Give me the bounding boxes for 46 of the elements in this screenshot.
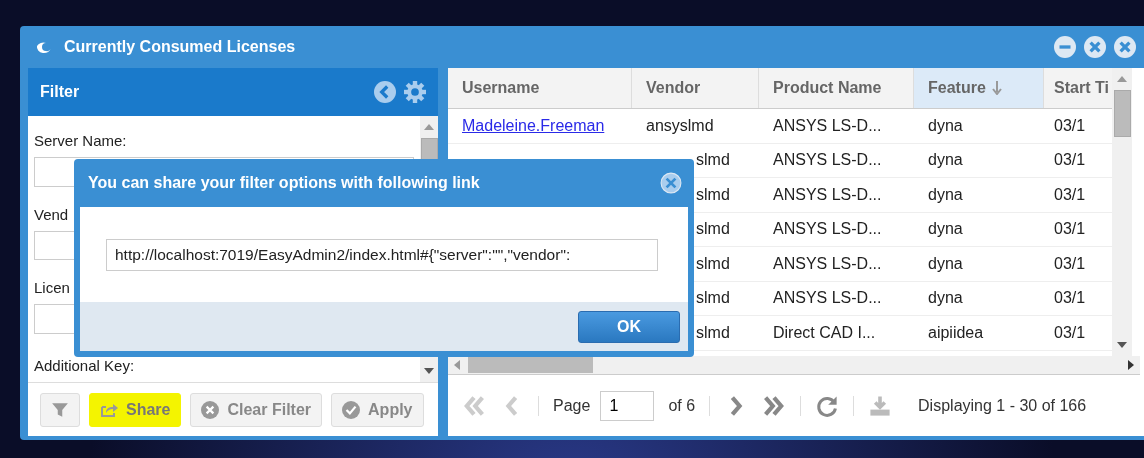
table-cell: 03/1 — [1054, 185, 1086, 204]
table-cell: dyna — [928, 116, 963, 135]
username-link[interactable]: Madeleine.Freeman — [462, 116, 605, 135]
table-row[interactable]: Madeleine.Freeman ansyslmd ANSYS LS-D... dyna 03/1 — [448, 109, 1112, 144]
link-field[interactable]: http://localhost:7019/EasyAdmin2/index.html#{"server":"","vendor": — [106, 238, 658, 271]
table-cell: 03/1 — [1054, 220, 1086, 239]
table-cell: dyna — [928, 220, 963, 239]
table-cell: slmd — [696, 289, 730, 308]
table-cell: dyna — [928, 289, 963, 308]
page-label: Page — [553, 396, 591, 415]
table-cell: ansyslmd — [646, 116, 714, 135]
table-cell: Direct CAD I... — [773, 323, 876, 342]
field-label: Licen — [34, 279, 70, 297]
page-count: of 6 — [668, 396, 696, 415]
field-label: Vend — [34, 205, 69, 223]
table-cell: 03/1 — [1054, 254, 1086, 273]
table-cell: ANSYS LS-D... — [773, 185, 882, 204]
column-header[interactable]: Username — [448, 68, 632, 108]
field-label: Additional Key: — [34, 357, 135, 374]
field-label: Server Name: — [34, 132, 127, 149]
share-button[interactable]: Share — [89, 392, 182, 427]
table-cell: slmd — [696, 220, 730, 239]
table-cell: dyna — [928, 185, 963, 204]
column-header[interactable]: Vendor — [632, 68, 759, 108]
table-cell: dyna — [928, 151, 963, 170]
page-field[interactable]: 1 — [600, 390, 655, 421]
display-info: Displaying 1 - 30 of 166 — [918, 396, 1087, 415]
table-cell: 03/1 — [1054, 116, 1086, 135]
table-cell: aipiidea — [928, 323, 984, 342]
table-cell: dyna — [928, 254, 963, 273]
window-title: Currently Consumed Licenses — [64, 38, 297, 56]
table-cell: 03/1 — [1054, 151, 1086, 170]
table-cell: slmd — [696, 151, 730, 170]
table-cell: ANSYS LS-D... — [773, 289, 882, 308]
table-cell: ANSYS LS-D... — [773, 220, 882, 239]
filter-title: Filter — [40, 83, 81, 101]
ok-button[interactable]: OK — [578, 310, 680, 343]
table-cell: slmd — [696, 323, 730, 342]
table-cell: 03/1 — [1054, 323, 1086, 342]
table-cell: slmd — [696, 254, 730, 273]
table-cell: ANSYS LS-D... — [773, 151, 882, 170]
table-cell: 03/1 — [1054, 289, 1086, 308]
table-cell: ANSYS LS-D... — [773, 116, 882, 135]
column-header[interactable]: Feature — [914, 68, 1044, 108]
table-cell: slmd — [696, 185, 730, 204]
table-cell: ANSYS LS-D... — [773, 254, 882, 273]
